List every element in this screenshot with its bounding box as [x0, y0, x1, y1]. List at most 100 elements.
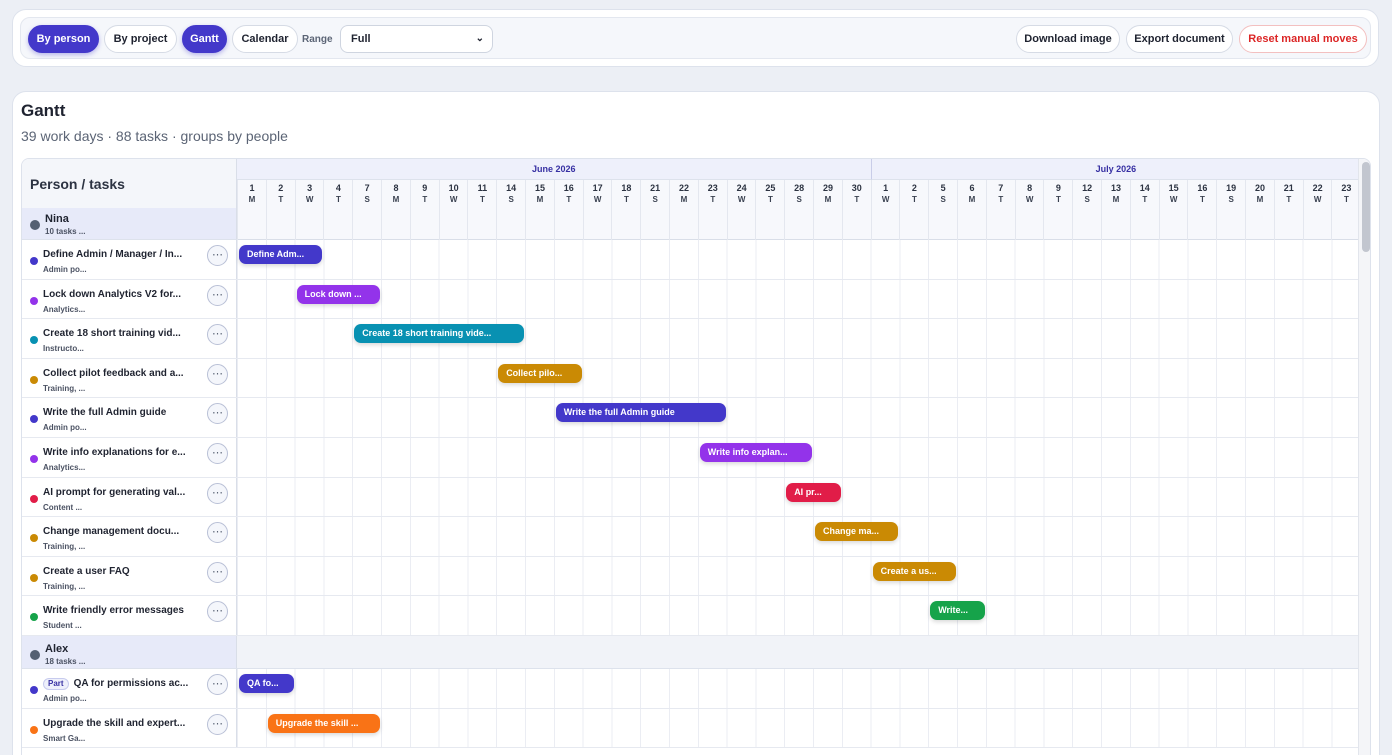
more-options-button[interactable]: ⋯: [207, 443, 228, 464]
task-project: Admin po...: [43, 423, 87, 433]
day-column-header: 4T: [323, 180, 352, 240]
day-column-header: 6M: [957, 180, 986, 240]
day-column-header: 2T: [265, 180, 295, 240]
day-number: 6: [969, 183, 975, 193]
task-timeline-lane: Write info explan...: [237, 438, 1358, 477]
task-bar[interactable]: Write the full Admin guide: [555, 403, 726, 423]
day-column-header: 3W: [294, 180, 324, 240]
task-bar[interactable]: AI pr...: [786, 482, 841, 502]
day-number: 28: [794, 183, 805, 193]
task-bar[interactable]: Create a us...: [872, 561, 956, 581]
gantt-card: Gantt 39 work days · 88 tasks · groups b…: [12, 91, 1380, 755]
day-number: 15: [1168, 183, 1179, 193]
task-bar[interactable]: Define Adm...: [239, 245, 323, 264]
export-document-button[interactable]: Export document: [1126, 25, 1233, 53]
calendar-button[interactable]: Calendar: [232, 25, 298, 53]
more-options-button[interactable]: ⋯: [207, 284, 228, 306]
task-bar[interactable]: Upgrade the skill ...: [267, 713, 380, 733]
range-select[interactable]: Full ⌄: [340, 25, 493, 53]
download-image-button[interactable]: Download image: [1016, 25, 1120, 53]
day-number: 8: [393, 183, 399, 193]
by-project-button[interactable]: By project: [104, 25, 177, 53]
task-bar[interactable]: Change ma...: [815, 522, 899, 542]
person-group-header[interactable]: Alex 18 tasks ...: [22, 636, 1358, 669]
day-column-header: 16 T: [553, 180, 583, 240]
day-column-header: 2T: [899, 180, 928, 240]
day-number: 24: [736, 183, 747, 193]
page-subtitle: 39 work days · 88 tasks · groups by peop…: [21, 128, 288, 144]
day-column-header: 24 W: [726, 180, 756, 240]
day-weekday: T: [1343, 195, 1349, 204]
task-project: Admin po...: [43, 694, 87, 703]
more-options-button[interactable]: ⋯: [207, 601, 228, 623]
day-weekday: M: [536, 195, 544, 204]
task-timeline-lane: Write...: [237, 596, 1358, 635]
more-options-button[interactable]: ⋯: [207, 324, 228, 346]
task-bar[interactable]: Create 18 short training vide...: [354, 324, 524, 344]
day-column-header: 30 T: [841, 180, 871, 240]
more-options-button[interactable]: ⋯: [207, 245, 228, 266]
task-row: Collect pilot feedback and a... Training,…: [22, 358, 1358, 399]
task-color-dot-icon: [30, 534, 38, 543]
day-column-header: 11 T: [467, 180, 496, 240]
vertical-scrollbar[interactable]: [1358, 159, 1370, 755]
task-bar[interactable]: Lock down ...: [296, 284, 380, 304]
task-title-text: QA for permissions ac...: [73, 678, 189, 689]
more-options-button[interactable]: ⋯: [207, 482, 228, 504]
task-bar[interactable]: Write...: [930, 601, 985, 621]
more-options-button[interactable]: ⋯: [207, 363, 228, 385]
person-group-label: Alex 18 tasks ...: [22, 636, 237, 668]
task-bar[interactable]: Collect pilo...: [498, 363, 582, 383]
task-row: Write the full Admin guide Admin po... ⋯ Wr…: [22, 398, 1358, 438]
day-number: 30: [851, 183, 862, 193]
task-row: Upgrade the skill and expert... Smart Ga.…: [22, 708, 1358, 749]
more-options-button[interactable]: ⋯: [207, 403, 228, 425]
by-person-button[interactable]: By person: [28, 25, 99, 53]
day-column-header: 28 S: [784, 180, 813, 240]
day-weekday: W: [1169, 195, 1178, 204]
more-options-button[interactable]: ⋯: [207, 561, 228, 583]
day-column-header: 13 M: [1101, 180, 1130, 240]
day-weekday: T: [278, 195, 284, 204]
task-title: Lock down Analytics V2 for...: [43, 289, 203, 300]
scrollbar-thumb[interactable]: [1362, 162, 1370, 252]
task-bar[interactable]: Write info explan...: [699, 443, 812, 462]
task-project: Instructo...: [43, 344, 84, 354]
person-task-count: 18 tasks ...: [45, 657, 86, 666]
task-project: Content ...: [43, 502, 83, 512]
more-options-button[interactable]: ⋯: [207, 522, 228, 544]
task-project: Analytics...: [43, 463, 86, 472]
day-column-header: 21 S: [640, 180, 669, 240]
day-number: 14: [1139, 183, 1150, 193]
day-column-header: 14 T: [1129, 180, 1159, 240]
day-weekday: W: [449, 195, 458, 204]
task-color-dot-icon: [30, 336, 38, 345]
task-timeline-lane: Create 18 short training vide...: [237, 319, 1358, 358]
task-title-text: Create a user FAQ: [43, 565, 130, 577]
part-badge: Part: [43, 678, 69, 690]
task-color-dot-icon: [30, 296, 38, 305]
more-options-button[interactable]: ⋯: [207, 713, 228, 735]
day-weekday: T: [1142, 195, 1148, 204]
more-options-button[interactable]: ⋯: [207, 674, 228, 695]
day-number: 13: [1110, 183, 1121, 193]
day-column-header: 16 T: [1187, 180, 1216, 240]
task-project: Student ...: [43, 621, 82, 631]
day-weekday: T: [854, 195, 860, 204]
day-number: 17: [592, 183, 603, 193]
task-bar[interactable]: QA fo...: [239, 674, 294, 693]
day-weekday: W: [593, 195, 602, 204]
day-weekday: S: [1084, 195, 1090, 204]
day-number: 16: [1197, 183, 1208, 193]
task-row: Define Admin / Manager / In... Admin po..…: [22, 240, 1358, 280]
day-number: 1: [249, 183, 255, 193]
gantt-button[interactable]: Gantt: [182, 25, 227, 53]
task-label-cell: Upgrade the skill and expert... Smart Ga.…: [22, 708, 237, 748]
task-row: Write friendly error messages Student ...…: [22, 596, 1358, 636]
task-label-cell: AI prompt for generating val... Content .…: [22, 477, 237, 517]
reset-manual-moves-button[interactable]: Reset manual moves: [1239, 25, 1367, 53]
person-group-header[interactable]: Nina 10 tasks ...: [22, 208, 237, 240]
chevron-down-icon: ⌄: [475, 33, 484, 44]
day-number: 11: [477, 183, 488, 193]
day-column-header: 22 W: [1302, 180, 1332, 240]
